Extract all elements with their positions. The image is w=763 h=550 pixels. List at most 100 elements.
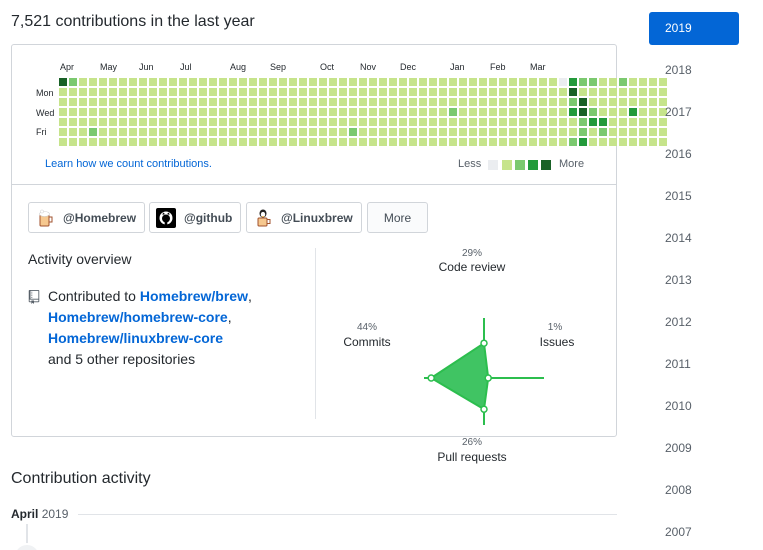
contribution-day-cell[interactable] bbox=[369, 138, 377, 146]
contribution-day-cell[interactable] bbox=[449, 78, 457, 86]
contribution-day-cell[interactable] bbox=[379, 98, 387, 106]
contribution-day-cell[interactable] bbox=[519, 108, 527, 116]
repo-link-homebrew-core[interactable]: Homebrew/homebrew-core bbox=[48, 309, 228, 325]
contribution-day-cell[interactable] bbox=[629, 78, 637, 86]
contribution-day-cell[interactable] bbox=[419, 128, 427, 136]
contribution-day-cell[interactable] bbox=[89, 88, 97, 96]
year-link-2014[interactable]: 2014 bbox=[649, 222, 739, 255]
contribution-day-cell[interactable] bbox=[279, 118, 287, 126]
contribution-day-cell[interactable] bbox=[609, 128, 617, 136]
contribution-day-cell[interactable] bbox=[129, 108, 137, 116]
contribution-day-cell[interactable] bbox=[219, 138, 227, 146]
contribution-day-cell[interactable] bbox=[269, 138, 277, 146]
contribution-day-cell[interactable] bbox=[459, 98, 467, 106]
contribution-day-cell[interactable] bbox=[289, 88, 297, 96]
contribution-day-cell[interactable] bbox=[489, 88, 497, 96]
contribution-day-cell[interactable] bbox=[519, 78, 527, 86]
contribution-day-cell[interactable] bbox=[489, 98, 497, 106]
contribution-day-cell[interactable] bbox=[329, 98, 337, 106]
contribution-day-cell[interactable] bbox=[579, 118, 587, 126]
contribution-day-cell[interactable] bbox=[569, 78, 577, 86]
contribution-day-cell[interactable] bbox=[109, 128, 117, 136]
contribution-day-cell[interactable] bbox=[329, 118, 337, 126]
contribution-day-cell[interactable] bbox=[79, 88, 87, 96]
contribution-day-cell[interactable] bbox=[89, 78, 97, 86]
contribution-day-cell[interactable] bbox=[299, 118, 307, 126]
contribution-day-cell[interactable] bbox=[399, 108, 407, 116]
contribution-day-cell[interactable] bbox=[169, 88, 177, 96]
contribution-day-cell[interactable] bbox=[99, 138, 107, 146]
contribution-day-cell[interactable] bbox=[159, 118, 167, 126]
contribution-day-cell[interactable] bbox=[79, 98, 87, 106]
contribution-day-cell[interactable] bbox=[539, 108, 547, 116]
contribution-day-cell[interactable] bbox=[309, 138, 317, 146]
contribution-day-cell[interactable] bbox=[529, 78, 537, 86]
contribution-day-cell[interactable] bbox=[249, 98, 257, 106]
contribution-day-cell[interactable] bbox=[399, 88, 407, 96]
contribution-day-cell[interactable] bbox=[499, 118, 507, 126]
contribution-day-cell[interactable] bbox=[139, 88, 147, 96]
contribution-day-cell[interactable] bbox=[389, 88, 397, 96]
contribution-day-cell[interactable] bbox=[279, 88, 287, 96]
contribution-day-cell[interactable] bbox=[449, 128, 457, 136]
contribution-day-cell[interactable] bbox=[109, 108, 117, 116]
contribution-day-cell[interactable] bbox=[449, 138, 457, 146]
contribution-day-cell[interactable] bbox=[439, 138, 447, 146]
contribution-day-cell[interactable] bbox=[259, 138, 267, 146]
contribution-day-cell[interactable] bbox=[289, 128, 297, 136]
year-link-2018[interactable]: 2018 bbox=[649, 54, 739, 87]
contribution-day-cell[interactable] bbox=[189, 78, 197, 86]
contribution-day-cell[interactable] bbox=[399, 78, 407, 86]
contribution-day-cell[interactable] bbox=[309, 98, 317, 106]
contribution-day-cell[interactable] bbox=[59, 128, 67, 136]
contribution-day-cell[interactable] bbox=[189, 98, 197, 106]
contribution-day-cell[interactable] bbox=[599, 128, 607, 136]
contribution-day-cell[interactable] bbox=[339, 88, 347, 96]
year-link-2010[interactable]: 2010 bbox=[649, 390, 739, 423]
contribution-day-cell[interactable] bbox=[339, 138, 347, 146]
contribution-day-cell[interactable] bbox=[279, 98, 287, 106]
contribution-day-cell[interactable] bbox=[189, 128, 197, 136]
contribution-day-cell[interactable] bbox=[79, 138, 87, 146]
contribution-day-cell[interactable] bbox=[149, 108, 157, 116]
contribution-day-cell[interactable] bbox=[69, 128, 77, 136]
contribution-day-cell[interactable] bbox=[429, 108, 437, 116]
contribution-day-cell[interactable] bbox=[229, 88, 237, 96]
contribution-day-cell[interactable] bbox=[349, 88, 357, 96]
contribution-day-cell[interactable] bbox=[69, 138, 77, 146]
contribution-day-cell[interactable] bbox=[479, 108, 487, 116]
contribution-day-cell[interactable] bbox=[259, 128, 267, 136]
contribution-day-cell[interactable] bbox=[539, 138, 547, 146]
contribution-day-cell[interactable] bbox=[169, 98, 177, 106]
contribution-day-cell[interactable] bbox=[389, 128, 397, 136]
contribution-day-cell[interactable] bbox=[209, 138, 217, 146]
contribution-day-cell[interactable] bbox=[279, 138, 287, 146]
contribution-day-cell[interactable] bbox=[89, 118, 97, 126]
contribution-day-cell[interactable] bbox=[469, 98, 477, 106]
contribution-day-cell[interactable] bbox=[259, 88, 267, 96]
contribution-day-cell[interactable] bbox=[589, 98, 597, 106]
contribution-day-cell[interactable] bbox=[449, 88, 457, 96]
contribution-day-cell[interactable] bbox=[459, 138, 467, 146]
year-link-2019[interactable]: 2019 bbox=[649, 12, 739, 45]
contribution-day-cell[interactable] bbox=[579, 78, 587, 86]
contribution-day-cell[interactable] bbox=[199, 138, 207, 146]
year-link-2011[interactable]: 2011 bbox=[649, 348, 739, 381]
contribution-day-cell[interactable] bbox=[119, 118, 127, 126]
contribution-day-cell[interactable] bbox=[629, 128, 637, 136]
contribution-day-cell[interactable] bbox=[89, 128, 97, 136]
contribution-day-cell[interactable] bbox=[629, 118, 637, 126]
contribution-day-cell[interactable] bbox=[109, 118, 117, 126]
contribution-day-cell[interactable] bbox=[409, 138, 417, 146]
contribution-day-cell[interactable] bbox=[469, 138, 477, 146]
contribution-day-cell[interactable] bbox=[249, 128, 257, 136]
contribution-day-cell[interactable] bbox=[429, 128, 437, 136]
contribution-day-cell[interactable] bbox=[359, 118, 367, 126]
contribution-day-cell[interactable] bbox=[149, 118, 157, 126]
contribution-day-cell[interactable] bbox=[519, 138, 527, 146]
contribution-day-cell[interactable] bbox=[79, 78, 87, 86]
contribution-day-cell[interactable] bbox=[339, 78, 347, 86]
contribution-day-cell[interactable] bbox=[139, 78, 147, 86]
contribution-day-cell[interactable] bbox=[489, 128, 497, 136]
contribution-day-cell[interactable] bbox=[349, 138, 357, 146]
